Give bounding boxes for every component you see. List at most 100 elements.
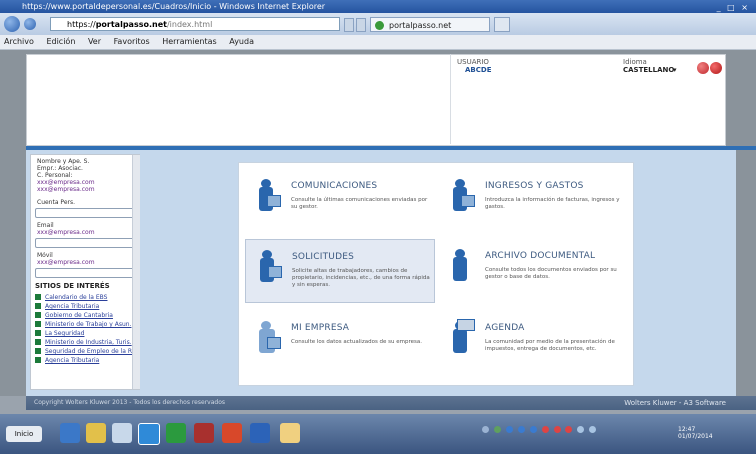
tile-desc: Solicite altas de trabajadores, cambios … [292,268,430,288]
tray-icon[interactable] [565,426,573,433]
site-link[interactable]: Ministerio de Trabajo y Asun. [31,320,139,329]
site-link[interactable]: Calendario de la EBS [31,293,139,302]
stop-icon[interactable] [356,18,366,32]
page-footer: Copyright Wolters Kluwer 2013 - Todos lo… [26,396,756,410]
browser-tab[interactable]: portalpasso.net [370,17,490,32]
forward-icon[interactable] [24,18,36,30]
field-label-email: Email [37,222,54,229]
word-taskbar-icon[interactable] [250,423,270,443]
agenda-icon [447,319,475,357]
menu-herramientas[interactable]: Herramientas [162,37,217,46]
tile-title: COMUNICACIONES [291,181,378,191]
tab-label: portalpasso.net [389,21,452,30]
notes-taskbar-icon[interactable] [280,423,300,443]
tile-title: INGRESOS Y GASTOS [485,181,584,191]
language-select[interactable]: CASTELLANO [623,66,674,74]
new-tab-button[interactable] [494,17,510,32]
menu-favoritos[interactable]: Favoritos [114,37,150,46]
favicon-icon [375,21,384,30]
ingresos-gastos-icon [447,179,475,215]
site-link[interactable]: Ministerio de Industria, Turis. [31,338,139,347]
tile-desc: Consulte la últimas comunicaciones envia… [291,197,428,210]
menu-ver[interactable]: Ver [88,37,101,46]
sidebar-info-link-1[interactable]: xxx@empresa.com [37,179,95,186]
site-link[interactable]: Gobierno de Cantabria [31,311,139,320]
browser-taskbar-icon[interactable] [138,423,160,445]
tray-icon[interactable] [493,426,501,433]
main-panel: COMUNICACIONES Consulte la últimas comun… [238,162,634,386]
help-icon[interactable] [697,62,709,74]
site-link[interactable]: Seguridad de Empleo de la R. [31,347,139,356]
solicitudes-icon [254,250,282,286]
language-label: Idioma [623,58,647,66]
tray-icon[interactable] [541,426,549,433]
ie-taskbar-icon[interactable] [60,423,80,443]
tile-title: SOLICITUDES [292,252,355,262]
tile-title: ARCHIVO DOCUMENTAL [485,251,596,261]
menu-bar: Archivo Edición Ver Favoritos Herramient… [0,35,756,50]
tile-comunicaciones[interactable]: COMUNICACIONES Consulte la últimas comun… [245,169,435,233]
tile-desc: Consulte todos los documentos enviados p… [485,267,617,280]
site-link[interactable]: La Seguridad [31,329,139,338]
explorer-taskbar-icon[interactable] [112,423,132,443]
tile-desc: Consulte los datos actualizados de su em… [291,339,423,345]
tile-desc: La comunidad por medio de la presentació… [485,339,615,352]
tile-desc: Introduzca la información de facturas, i… [485,197,620,210]
url-input[interactable]: https://portalpasso.net/index.html [50,17,340,31]
tray-icon[interactable] [482,426,489,433]
taskbar: Inicio 12:47 01/07/2014 [0,414,756,454]
email-link[interactable]: xxx@empresa.com [37,229,95,236]
sidebar-info-personal: C. Personal: [37,172,73,179]
movil-link[interactable]: xxx@empresa.com [37,259,95,266]
mi-empresa-icon [253,321,281,357]
sidebar: Nombre y Ape. S. Empr.: Asociac. C. Pers… [30,154,140,390]
user-value: ABCDE [465,66,492,74]
folder-taskbar-icon[interactable] [86,423,106,443]
tray-icon[interactable] [577,426,585,433]
tile-solicitudes[interactable]: SOLICITUDES Solicite altas de trabajador… [245,239,435,303]
tile-mi-empresa[interactable]: MI EMPRESA Consulte los datos actualizad… [245,311,435,375]
comunicaciones-icon [253,179,281,215]
tile-archivo-documental[interactable]: ARCHIVO DOCUMENTAL Consulte todos los do… [439,239,629,303]
tile-agenda[interactable]: AGENDA La comunidad por medio de la pres… [439,311,629,375]
excel-taskbar-icon[interactable] [166,423,186,443]
tray-icon[interactable] [505,426,513,433]
tray-icon[interactable] [553,426,561,433]
back-icon[interactable] [4,16,20,32]
cuenta-field[interactable] [35,208,135,218]
window-titlebar: https://www.portaldepersonal.es/Cuadros/… [0,0,756,13]
address-bar: https://portalpasso.net/index.html porta… [0,13,756,35]
start-button[interactable]: Inicio [6,426,42,442]
site-link[interactable]: Agencia Tributaria [31,302,139,311]
tile-title: MI EMPRESA [291,323,350,333]
system-tray: 12:47 01/07/2014 [482,426,742,442]
tile-title: AGENDA [485,323,525,333]
sidebar-info-link-2[interactable]: xxx@empresa.com [37,186,95,193]
sidebar-scrollbar[interactable] [132,155,140,389]
site-link[interactable]: Agencia Tributaria [31,356,139,365]
chevron-down-icon[interactable]: ▾ [673,66,677,74]
pdf-taskbar-icon[interactable] [194,423,214,443]
sidebar-info-company: Empr.: Asociac. [37,165,83,172]
field-label-movil: Móvil [37,252,53,259]
tile-ingresos-gastos[interactable]: INGRESOS Y GASTOS Introduzca la informac… [439,169,629,233]
footer-brand: Wolters Kluwer - A3 Software [624,399,726,407]
footer-copyright: Copyright Wolters Kluwer 2013 - Todos lo… [34,399,225,406]
menu-archivo[interactable]: Archivo [4,37,34,46]
email-field[interactable] [35,238,135,248]
movil-field[interactable] [35,268,135,278]
tray-icon[interactable] [517,426,525,433]
office-taskbar-icon[interactable] [222,423,242,443]
tray-icon[interactable] [529,426,537,433]
refresh-icon[interactable] [344,18,354,32]
user-panel: USUARIO ABCDE Idioma CASTELLANO ▾ [450,54,727,144]
field-label-cuenta: Cuenta Pers. [37,199,76,206]
sidebar-info-name: Nombre y Ape. S. [37,158,90,165]
menu-ayuda[interactable]: Ayuda [229,37,254,46]
tray-icon[interactable] [589,426,597,433]
clock[interactable]: 12:47 01/07/2014 [678,426,713,440]
sites-heading: SITIOS DE INTERÉS [35,282,110,290]
archivo-documental-icon [447,249,473,285]
logout-icon[interactable] [710,62,722,74]
menu-edicion[interactable]: Edición [46,37,75,46]
